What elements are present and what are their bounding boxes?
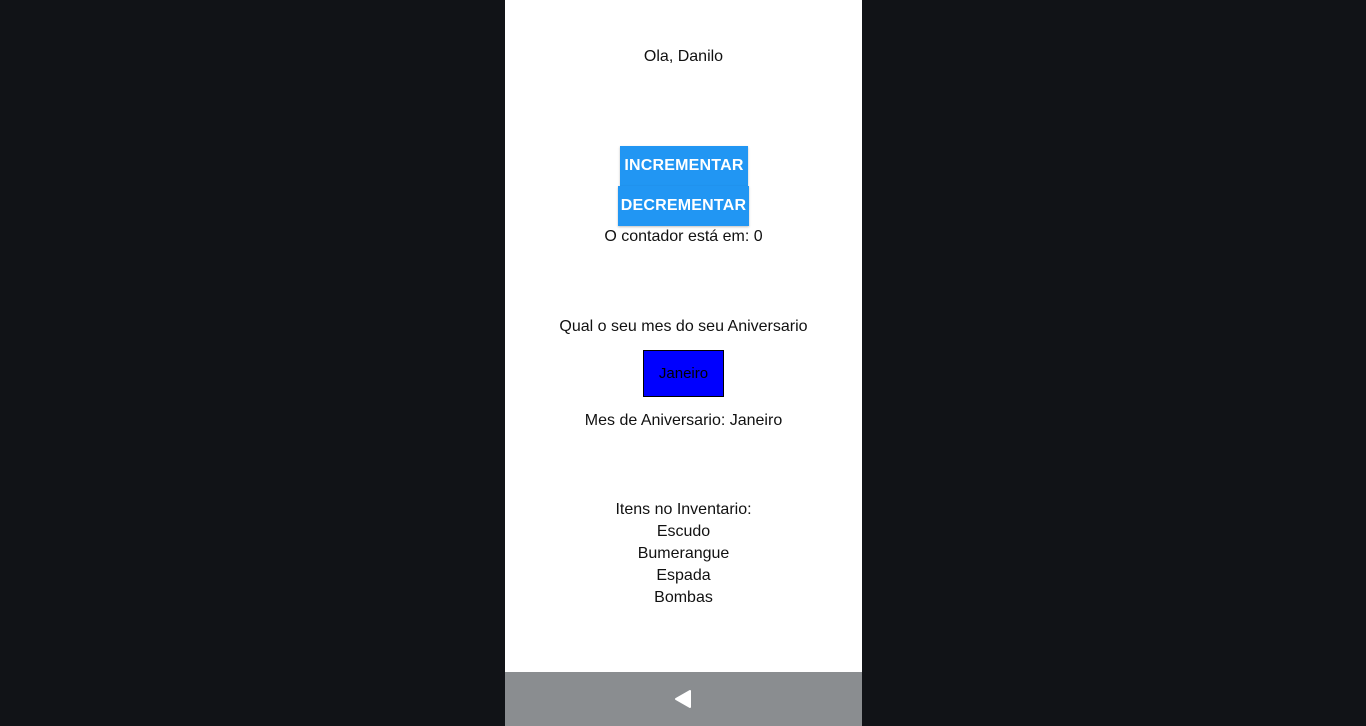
birthday-question: Qual o seu mes do seu Aniversario	[559, 318, 808, 335]
greeting-text: Ola, Danilo	[643, 48, 724, 65]
inventory-item: Escudo	[656, 523, 711, 540]
back-button[interactable]	[668, 686, 698, 712]
birthday-result-text: Mes de Aniversario: Janeiro	[584, 412, 783, 429]
android-nav-bar	[505, 672, 862, 726]
inventory-item: Bumerangue	[637, 545, 730, 562]
month-selector-label: Janeiro	[658, 365, 709, 382]
inventory-item: Espada	[656, 567, 711, 584]
increment-button[interactable]: Incrementar	[620, 146, 748, 186]
back-triangle-icon	[675, 690, 691, 708]
phone-frame: Ola, Danilo Incrementar Decrementar O co…	[505, 0, 862, 726]
counter-status-text: O contador está em: 0	[604, 228, 763, 245]
decrement-button[interactable]: Decrementar	[618, 186, 749, 226]
inventory-item: Bombas	[654, 589, 713, 606]
inventory-list: Itens no Inventario: Escudo Bumerangue E…	[505, 499, 862, 609]
app-screen: Ola, Danilo Incrementar Decrementar O co…	[505, 0, 862, 672]
month-selector[interactable]: Janeiro	[643, 350, 724, 397]
inventory-heading: Itens no Inventario:	[615, 501, 752, 518]
